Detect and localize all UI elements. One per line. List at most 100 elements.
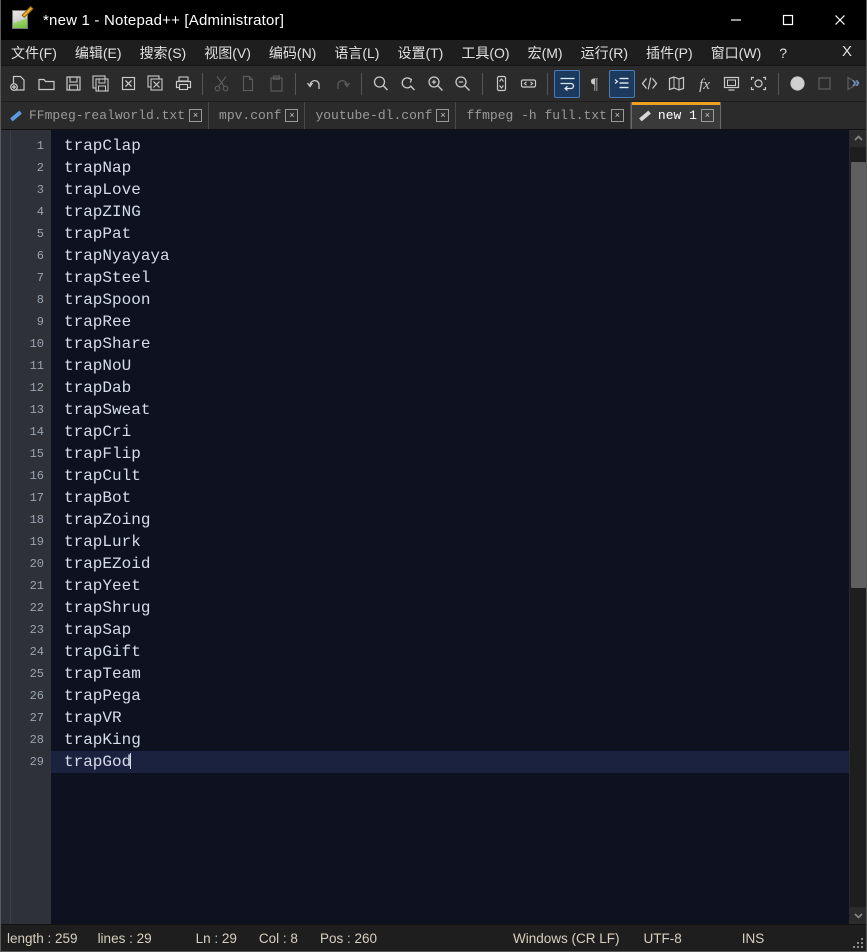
code-line[interactable]: trapCri <box>51 421 849 443</box>
menu-language[interactable]: 语言(L) <box>326 41 387 65</box>
code-line[interactable]: trapLurk <box>51 531 849 553</box>
menu-view[interactable]: 视图(V) <box>196 41 259 65</box>
word-wrap-icon[interactable] <box>554 69 580 98</box>
menu-plugins[interactable]: 插件(P) <box>638 41 701 65</box>
menu-encoding[interactable]: 编码(N) <box>261 41 324 65</box>
toolbar-overflow-chevron-icon[interactable]: » <box>852 74 860 91</box>
tab-ffmpeg-h-full[interactable]: ffmpeg -h full.txt × <box>456 102 631 129</box>
status-insert-mode[interactable]: INS <box>742 931 765 946</box>
status-eol-format[interactable]: Windows (CR LF) <box>513 931 620 946</box>
code-line[interactable]: trapLove <box>51 179 849 201</box>
save-all-icon[interactable] <box>88 70 113 98</box>
minimize-button[interactable] <box>710 0 762 40</box>
code-line[interactable]: trapZoing <box>51 509 849 531</box>
tag-match-highlight-icon[interactable] <box>637 70 662 98</box>
menu-file[interactable]: 文件(F) <box>3 41 65 65</box>
menu-window[interactable]: 窗口(W) <box>703 41 770 65</box>
copy-icon[interactable] <box>236 70 261 98</box>
tab-close-icon[interactable]: × <box>436 109 450 122</box>
bookmark-margin[interactable] <box>1 130 11 924</box>
status-lines: lines : 29 <box>97 930 152 946</box>
maximize-button[interactable] <box>762 0 814 40</box>
tab-close-icon[interactable]: × <box>700 109 714 122</box>
close-file-icon[interactable] <box>116 70 141 98</box>
code-line[interactable]: trapCult <box>51 465 849 487</box>
code-line[interactable]: trapRee <box>51 311 849 333</box>
code-line[interactable]: trapShrug <box>51 597 849 619</box>
show-all-characters-icon[interactable]: ¶ <box>582 70 607 98</box>
code-line[interactable]: trapDab <box>51 377 849 399</box>
code-line[interactable]: trapNap <box>51 157 849 179</box>
cut-icon[interactable] <box>209 70 234 98</box>
code-line[interactable]: trapBot <box>51 487 849 509</box>
resize-grip-icon[interactable] <box>851 936 863 948</box>
scrollbar-thumb[interactable] <box>850 162 866 588</box>
open-folder-icon[interactable] <box>33 70 58 98</box>
scroll-up-arrow-icon[interactable] <box>849 130 866 147</box>
code-line[interactable]: trapEZoid <box>51 553 849 575</box>
tab-close-icon[interactable]: × <box>285 109 299 122</box>
stop-macro-icon[interactable] <box>812 70 837 98</box>
code-line[interactable]: trapGod <box>51 751 849 773</box>
code-line[interactable]: trapFlip <box>51 443 849 465</box>
undo-icon[interactable] <box>302 70 327 98</box>
status-encoding[interactable]: UTF-8 <box>644 931 682 946</box>
code-line[interactable]: trapYeet <box>51 575 849 597</box>
code-line[interactable]: trapGift <box>51 641 849 663</box>
code-line[interactable]: trapTeam <box>51 663 849 685</box>
document-list-icon[interactable] <box>719 70 744 98</box>
sync-vertical-scroll-icon[interactable] <box>489 70 514 98</box>
code-line[interactable]: trapZING <box>51 201 849 223</box>
code-line[interactable]: trapPega <box>51 685 849 707</box>
indent-guide-icon[interactable] <box>609 69 635 98</box>
line-number: 4 <box>36 205 44 219</box>
code-line[interactable]: trapShare <box>51 333 849 355</box>
menu-edit[interactable]: 编辑(E) <box>67 41 130 65</box>
paste-icon[interactable] <box>264 70 289 98</box>
tab-label: ffmpeg -h full.txt <box>466 108 607 123</box>
zoom-out-icon[interactable] <box>450 70 475 98</box>
record-macro-icon[interactable] <box>785 70 810 98</box>
scroll-down-arrow-icon[interactable] <box>849 907 866 924</box>
code-line[interactable]: trapPat <box>51 223 849 245</box>
vertical-scrollbar[interactable] <box>849 130 866 924</box>
tab-mpv-conf[interactable]: mpv.conf × <box>209 102 306 129</box>
code-line[interactable]: trapClap <box>51 135 849 157</box>
code-line[interactable]: trapSap <box>51 619 849 641</box>
code-line[interactable]: trapSteel <box>51 267 849 289</box>
menu-tools[interactable]: 工具(O) <box>453 41 517 65</box>
replace-icon[interactable] <box>395 70 420 98</box>
tab-youtube-dl-conf[interactable]: youtube-dl.conf × <box>305 102 457 129</box>
menu-run[interactable]: 运行(R) <box>573 41 636 65</box>
menu-help[interactable]: ? <box>771 41 795 65</box>
menu-settings[interactable]: 设置(T) <box>389 41 451 65</box>
find-icon[interactable] <box>368 70 393 98</box>
zoom-in-icon[interactable] <box>423 70 448 98</box>
code-line[interactable]: trapVR <box>51 707 849 729</box>
close-button[interactable] <box>814 0 866 40</box>
save-icon[interactable] <box>61 70 86 98</box>
code-line[interactable]: trapKing <box>51 729 849 751</box>
pencil-icon <box>9 109 23 123</box>
code-line[interactable]: trapNoU <box>51 355 849 377</box>
tab-close-icon[interactable]: × <box>189 109 203 122</box>
menu-macro[interactable]: 宏(M) <box>520 41 571 65</box>
print-icon[interactable] <box>170 70 195 98</box>
code-line[interactable]: trapNyayaya <box>51 245 849 267</box>
code-line[interactable]: trapSpoon <box>51 289 849 311</box>
menu-search[interactable]: 搜索(S) <box>132 41 195 65</box>
scrollbar-track[interactable] <box>849 147 866 907</box>
close-document-button[interactable]: X <box>838 43 856 60</box>
redo-icon[interactable] <box>329 70 354 98</box>
tab-close-icon[interactable]: × <box>610 109 624 122</box>
new-file-icon[interactable] <box>6 70 31 98</box>
code-line[interactable]: trapSweat <box>51 399 849 421</box>
close-all-files-icon[interactable] <box>143 70 168 98</box>
code-text-area[interactable]: trapClap trapNap trapLove trapZING trapPat tr… <box>51 130 849 924</box>
sync-horizontal-scroll-icon[interactable] <box>516 70 541 98</box>
function-list-icon[interactable]: fx <box>691 70 716 98</box>
document-map-icon[interactable] <box>664 70 689 98</box>
tab-new-1[interactable]: new 1 × <box>630 102 721 129</box>
monitor-file-icon[interactable] <box>746 70 771 98</box>
tab-ffmpeg-realworld[interactable]: FFmpeg-realworld.txt × <box>3 102 210 129</box>
